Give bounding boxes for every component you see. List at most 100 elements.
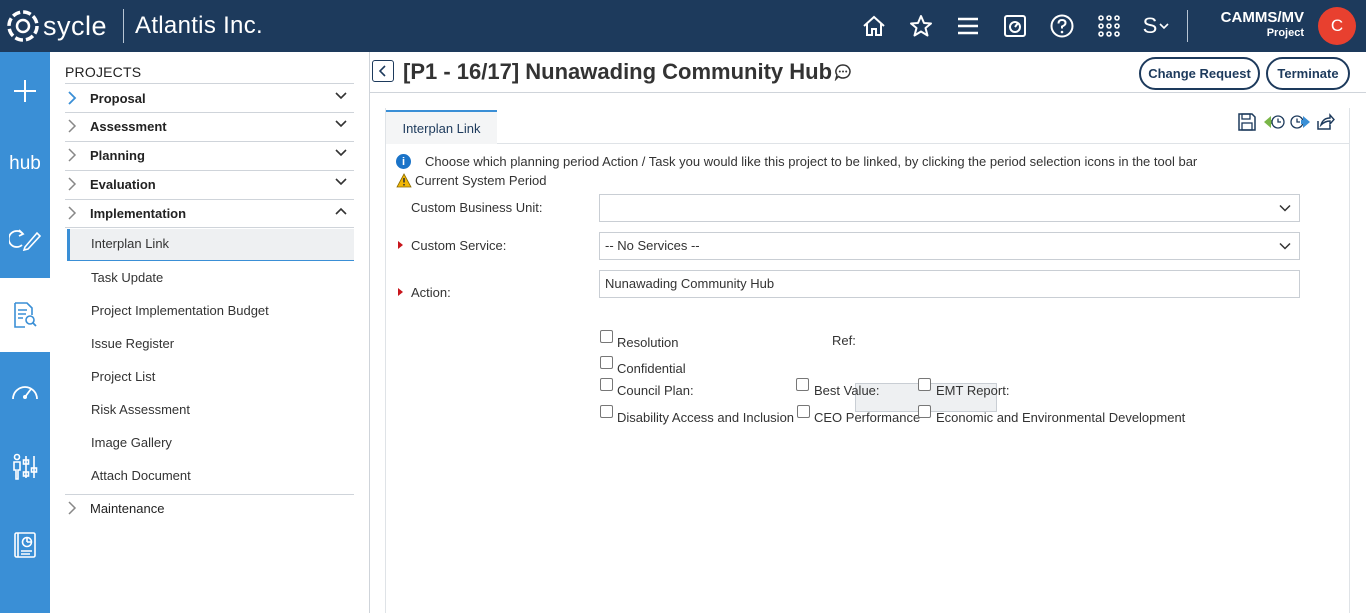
divider <box>497 143 1350 144</box>
chevron-right-icon <box>68 501 77 515</box>
sidebar-item-attach-document[interactable]: Attach Document <box>91 468 191 483</box>
council-plan-label: Council Plan: <box>617 383 694 398</box>
gauge-icon[interactable] <box>0 356 50 426</box>
sidebar-item-project-implementation-budget[interactable]: Project Implementation Budget <box>91 303 269 318</box>
apps-grid-icon[interactable] <box>1093 10 1125 42</box>
ceo-performance-label: CEO Performance <box>814 410 921 425</box>
back-button[interactable] <box>372 60 394 82</box>
info-message: i Choose which planning period Action / … <box>396 154 1197 169</box>
left-rail: hub <box>0 52 50 613</box>
sidebar-item-project-list[interactable]: Project List <box>91 369 155 384</box>
warning-icon <box>396 173 412 188</box>
sidebar-section-maintenance[interactable]: Maintenance <box>65 494 354 522</box>
user-name: CAMMS/MV <box>1220 9 1304 26</box>
sidebar-section-implementation[interactable]: Implementation <box>65 199 354 227</box>
home-icon[interactable] <box>858 10 890 42</box>
resolution-checkbox[interactable] <box>600 330 613 343</box>
required-marker <box>398 288 403 296</box>
avatar[interactable]: C <box>1318 7 1356 45</box>
action-field[interactable]: Nunawading Community Hub <box>599 270 1300 298</box>
chevron-left-icon <box>378 65 386 77</box>
plus-icon[interactable] <box>0 52 50 130</box>
page-title: [P1 - 16/17] Nunawading Community Hub <box>403 59 833 84</box>
best-value-label: Best Value: <box>814 383 880 398</box>
sidebar-section-assessment[interactable]: Assessment <box>65 112 354 140</box>
people-sliders-icon[interactable] <box>0 432 50 502</box>
header-divider-right <box>1187 10 1188 42</box>
dashboard-icon[interactable] <box>999 10 1031 42</box>
service-value: -- No Services -- <box>605 238 700 253</box>
report-icon[interactable] <box>0 510 50 580</box>
hub-link[interactable]: hub <box>0 130 50 198</box>
comment-icon[interactable] <box>834 63 852 81</box>
chevron-down-icon <box>1159 23 1169 30</box>
top-bar: sycle Atlantis Inc. S CAMMS/MV Project C <box>0 0 1366 52</box>
terminate-button[interactable]: Terminate <box>1266 57 1350 90</box>
warning-message: Current System Period <box>396 173 547 188</box>
share-icon[interactable] <box>1315 112 1335 137</box>
chevron-right-icon <box>68 91 77 105</box>
sidebar-item-interplan-link[interactable]: Interplan Link <box>67 229 354 261</box>
chevron-down-icon[interactable] <box>334 177 348 187</box>
confidential-label: Confidential <box>617 361 686 376</box>
action-label: Action: <box>411 285 451 300</box>
best-value-checkbox[interactable] <box>796 378 809 391</box>
header-divider <box>123 9 125 43</box>
user-role: Project <box>1266 27 1304 39</box>
s-menu-label: S <box>1142 13 1158 38</box>
menu-icon[interactable] <box>952 10 984 42</box>
projects-sidebar: PROJECTS Proposal Assessment Planning Ev… <box>50 52 370 613</box>
economic-label: Economic and Environmental Development <box>936 410 1186 425</box>
chevron-right-icon <box>68 119 77 133</box>
sidebar-item-issue-register[interactable]: Issue Register <box>91 336 174 351</box>
chevron-down-icon[interactable] <box>334 119 348 129</box>
change-request-button[interactable]: Change Request <box>1139 57 1260 90</box>
business-unit-label: Custom Business Unit: <box>411 200 543 215</box>
economic-checkbox[interactable] <box>918 405 931 418</box>
resolution-label: Resolution <box>617 335 679 350</box>
service-select[interactable]: -- No Services -- <box>599 232 1300 260</box>
header-icons: S <box>858 10 1187 42</box>
sidebar-section-proposal[interactable]: Proposal <box>65 84 354 112</box>
ceo-performance-checkbox[interactable] <box>797 405 810 418</box>
document-search-icon[interactable] <box>0 278 50 352</box>
main-content: [P1 - 16/17] Nunawading Community Hub Ch… <box>370 52 1366 613</box>
hub-label: hub <box>9 153 41 174</box>
chevron-down-icon[interactable] <box>334 148 348 158</box>
sidebar-section-planning[interactable]: Planning <box>65 141 354 169</box>
next-period-icon[interactable] <box>1289 112 1311 137</box>
chevron-down-icon[interactable] <box>334 91 348 101</box>
edit-cycle-icon[interactable] <box>0 204 50 274</box>
business-unit-select[interactable] <box>599 194 1300 222</box>
s-dropdown-icon[interactable]: S <box>1140 10 1172 42</box>
app-logo[interactable]: sycle <box>6 9 107 43</box>
save-icon[interactable] <box>1237 112 1257 137</box>
emt-report-checkbox[interactable] <box>918 378 931 391</box>
sidebar-item-task-update[interactable]: Task Update <box>91 270 163 285</box>
cycle-logo-icon <box>7 10 39 42</box>
chevron-right-icon <box>68 206 77 220</box>
confidential-checkbox[interactable] <box>600 356 613 369</box>
info-text: Choose which planning period Action / Ta… <box>425 154 1198 169</box>
chevron-down-icon <box>1279 242 1291 250</box>
divider <box>370 92 1366 93</box>
help-icon[interactable] <box>1046 10 1078 42</box>
sidebar-title: PROJECTS <box>65 64 142 80</box>
emt-report-label: EMT Report: <box>936 383 1010 398</box>
toolbar <box>1233 112 1335 137</box>
sidebar-section-label: Planning <box>90 147 145 163</box>
sidebar-section-evaluation[interactable]: Evaluation <box>65 170 354 198</box>
ref-label: Ref: <box>832 333 856 348</box>
disability-checkbox[interactable] <box>600 405 613 418</box>
sidebar-item-risk-assessment[interactable]: Risk Assessment <box>91 402 190 417</box>
user-info[interactable]: CAMMS/MV Project <box>1200 9 1304 39</box>
previous-period-icon[interactable] <box>1263 112 1285 137</box>
chevron-up-icon[interactable] <box>334 206 348 216</box>
sidebar-section-label: Evaluation <box>90 176 156 192</box>
tab-interplan-link[interactable]: Interplan Link <box>386 110 497 144</box>
sidebar-item-image-gallery[interactable]: Image Gallery <box>91 435 172 450</box>
council-plan-checkbox[interactable] <box>600 378 613 391</box>
star-icon[interactable] <box>905 10 937 42</box>
sidebar-section-label: Maintenance <box>90 500 165 516</box>
info-icon: i <box>396 154 411 169</box>
